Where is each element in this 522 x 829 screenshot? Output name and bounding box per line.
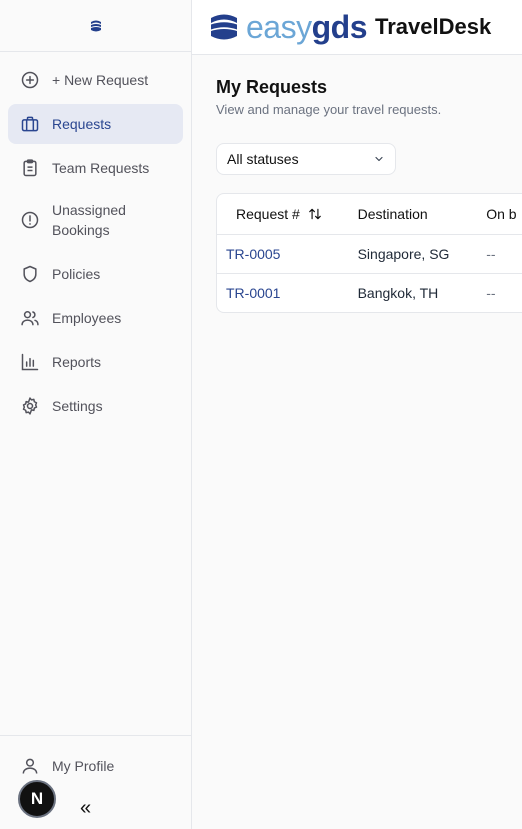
sidebar-item-label: Requests bbox=[52, 116, 112, 132]
next-dev-badge[interactable]: N bbox=[18, 780, 56, 818]
users-icon bbox=[20, 308, 40, 328]
brand-product-name: TravelDesk bbox=[374, 14, 492, 39]
request-link[interactable]: TR-0001 bbox=[226, 285, 280, 301]
sidebar-item-employees[interactable]: Employees bbox=[8, 298, 183, 338]
brand-easy-text: easy bbox=[246, 8, 312, 45]
alert-circle-icon bbox=[20, 210, 40, 230]
main-content: My Requests View and manage your travel … bbox=[216, 55, 522, 313]
onb-cell: -- bbox=[486, 246, 496, 262]
my-profile-label: My Profile bbox=[52, 758, 115, 774]
sidebar: + New Request Requests Team Requests Una… bbox=[0, 0, 192, 829]
sidebar-item-label: Settings bbox=[52, 398, 103, 414]
collapse-sidebar-button[interactable]: « bbox=[80, 798, 91, 818]
user-icon bbox=[20, 756, 40, 776]
status-filter-select[interactable]: All statuses bbox=[216, 143, 396, 175]
page-title: My Requests bbox=[216, 77, 328, 97]
column-header-destination[interactable]: Destination bbox=[358, 206, 487, 222]
brand-logo-icon bbox=[211, 14, 237, 40]
sidebar-item-requests[interactable]: Requests bbox=[8, 104, 183, 144]
brand-gds-text: gds bbox=[311, 8, 368, 45]
table-header-row: Request # Destination On b bbox=[217, 194, 522, 234]
column-header-request[interactable]: Request # bbox=[217, 206, 358, 222]
table-row[interactable]: TR-0005 Singapore, SG -- bbox=[217, 234, 522, 273]
clipboard-icon bbox=[20, 158, 40, 178]
sidebar-item-unassigned-bookings[interactable]: Unassigned Bookings bbox=[8, 192, 183, 250]
requests-table: Request # Destination On b TR-0005 Singa… bbox=[216, 193, 522, 313]
sidebar-item-label: Unassigned Bookings bbox=[52, 202, 126, 238]
briefcase-icon bbox=[20, 114, 40, 134]
request-link[interactable]: TR-0005 bbox=[226, 246, 280, 262]
top-header: easy gds TravelDesk bbox=[192, 0, 522, 55]
sidebar-item-reports[interactable]: Reports bbox=[8, 342, 183, 382]
page-subtitle: View and manage your travel requests. bbox=[216, 102, 442, 117]
sidebar-item-settings[interactable]: Settings bbox=[8, 386, 183, 426]
sidebar-item-label: Employees bbox=[52, 310, 122, 326]
sidebar-item-label: Policies bbox=[52, 266, 101, 282]
bar-chart-icon bbox=[20, 352, 40, 372]
sort-icon[interactable] bbox=[308, 207, 322, 221]
plus-circle-icon bbox=[20, 70, 40, 90]
gear-icon bbox=[20, 396, 40, 416]
sidebar-item-label: Reports bbox=[52, 354, 102, 370]
chevron-down-icon bbox=[373, 153, 385, 165]
sidebar-item-label: Team Requests bbox=[52, 160, 150, 176]
status-filter-value: All statuses bbox=[227, 151, 299, 167]
sidebar-item-team-requests[interactable]: Team Requests bbox=[8, 148, 183, 188]
logo-icon[interactable] bbox=[89, 19, 103, 33]
sidebar-nav: + New Request Requests Team Requests Una… bbox=[0, 52, 191, 426]
table-row[interactable]: TR-0001 Bangkok, TH -- bbox=[217, 273, 522, 312]
sidebar-logo-area bbox=[0, 0, 191, 52]
destination-cell: Bangkok, TH bbox=[357, 285, 439, 301]
onb-cell: -- bbox=[486, 285, 496, 301]
my-profile-link[interactable]: My Profile bbox=[20, 756, 114, 776]
sidebar-footer: My Profile N « bbox=[0, 735, 191, 829]
sidebar-item-policies[interactable]: Policies bbox=[8, 254, 183, 294]
column-header-label: Request # bbox=[236, 206, 300, 222]
column-header-onb[interactable]: On b bbox=[486, 206, 522, 222]
sidebar-item-new-request[interactable]: + New Request bbox=[8, 60, 183, 100]
destination-cell: Singapore, SG bbox=[357, 246, 450, 262]
sidebar-item-label: + New Request bbox=[52, 72, 149, 88]
shield-icon bbox=[20, 264, 40, 284]
